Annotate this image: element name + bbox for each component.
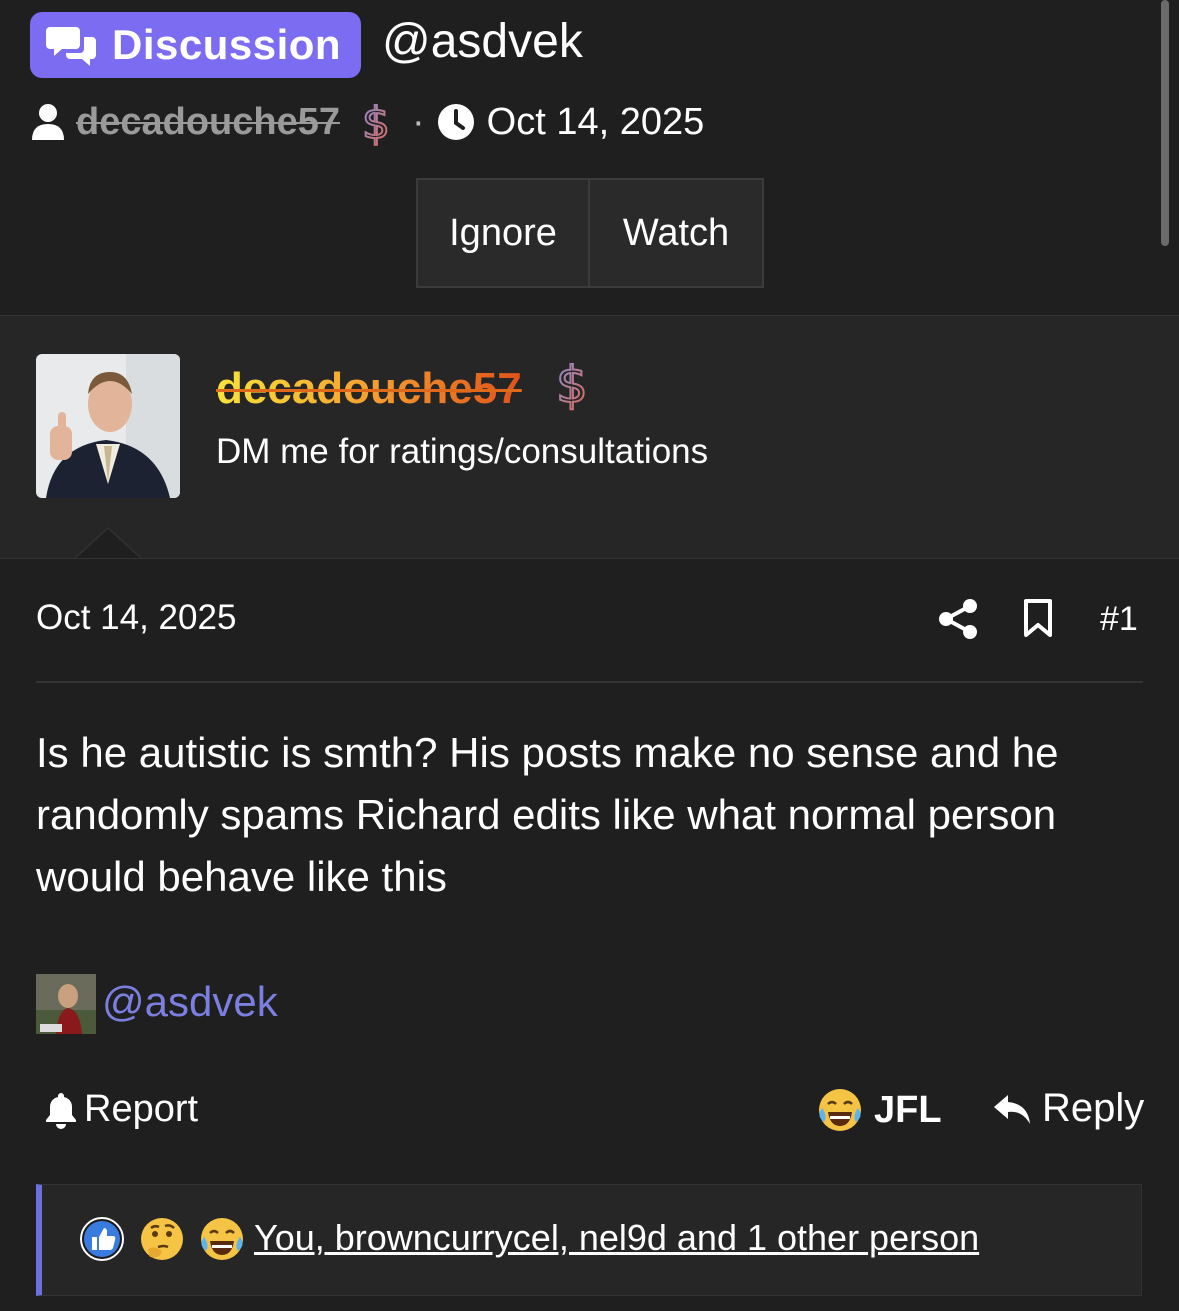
report-label: Report [84, 1088, 199, 1130]
share-icon[interactable] [938, 598, 978, 640]
badge-label: Discussion [112, 21, 342, 68]
thinking-emoji [141, 1218, 183, 1260]
thread-meta: decadouche57 $ · Oct 14, 2025 [30, 98, 704, 146]
post-user-section: decadouche57 $ DM me for ratings/consult… [0, 315, 1179, 559]
meta-separator: · [412, 100, 425, 143]
bookmark-icon[interactable] [1022, 598, 1054, 638]
watch-button[interactable]: Watch [590, 180, 762, 286]
bell-icon [46, 1092, 76, 1129]
reply-button[interactable]: Reply [992, 1086, 1144, 1131]
discussion-badge[interactable]: Discussion [30, 12, 362, 78]
user-title: DM me for ratings/consultations [216, 432, 709, 471]
post-body: Is he autistic is smth? His posts make n… [36, 729, 1059, 900]
jfl-reaction-button[interactable]: JFL [816, 1086, 942, 1134]
report-button[interactable]: Report [44, 1088, 198, 1131]
post-username[interactable]: decadouche57 [216, 361, 522, 417]
avatar[interactable] [36, 354, 180, 498]
reaction-icons [78, 1215, 246, 1263]
thread-title: @asdvek [382, 15, 583, 68]
thread-actions: Ignore Watch [416, 178, 764, 288]
user-icon [32, 104, 64, 140]
thread-header: Discussion @asdvek decadouche57 $ · Oct … [0, 0, 1179, 315]
post-date[interactable]: Oct 14, 2025 [36, 598, 236, 638]
clock-icon [437, 104, 474, 140]
dollar-icon: $ [361, 98, 391, 146]
reply-arrow-icon [994, 1094, 1030, 1124]
scrollbar[interactable] [1161, 0, 1169, 246]
post-number[interactable]: #1 [1100, 600, 1138, 639]
thread-date[interactable]: Oct 14, 2025 [487, 101, 705, 144]
svg-text:$: $ [362, 98, 390, 146]
reactions-users-link[interactable]: You, browncurrycel, nel9d and 1 other pe… [254, 1217, 979, 1259]
crying-laughing-emoji [819, 1089, 861, 1131]
reactions-summary: You, browncurrycel, nel9d and 1 other pe… [36, 1184, 1142, 1296]
mention-link[interactable]: @asdvek [102, 978, 278, 1026]
thread-author-link[interactable]: decadouche57 [76, 101, 340, 144]
chat-bubbles-icon [46, 27, 96, 66]
ignore-button[interactable]: Ignore [418, 180, 590, 286]
like-icon [80, 1217, 124, 1261]
dollar-icon: $ [555, 356, 589, 412]
reply-label: Reply [1042, 1086, 1145, 1130]
post-pointer-inner [76, 529, 140, 558]
jfl-label: JFL [874, 1088, 942, 1131]
svg-text:$: $ [556, 356, 588, 412]
mention-avatar[interactable] [36, 974, 96, 1034]
divider [36, 681, 1143, 683]
crying-laughing-emoji [201, 1218, 243, 1260]
